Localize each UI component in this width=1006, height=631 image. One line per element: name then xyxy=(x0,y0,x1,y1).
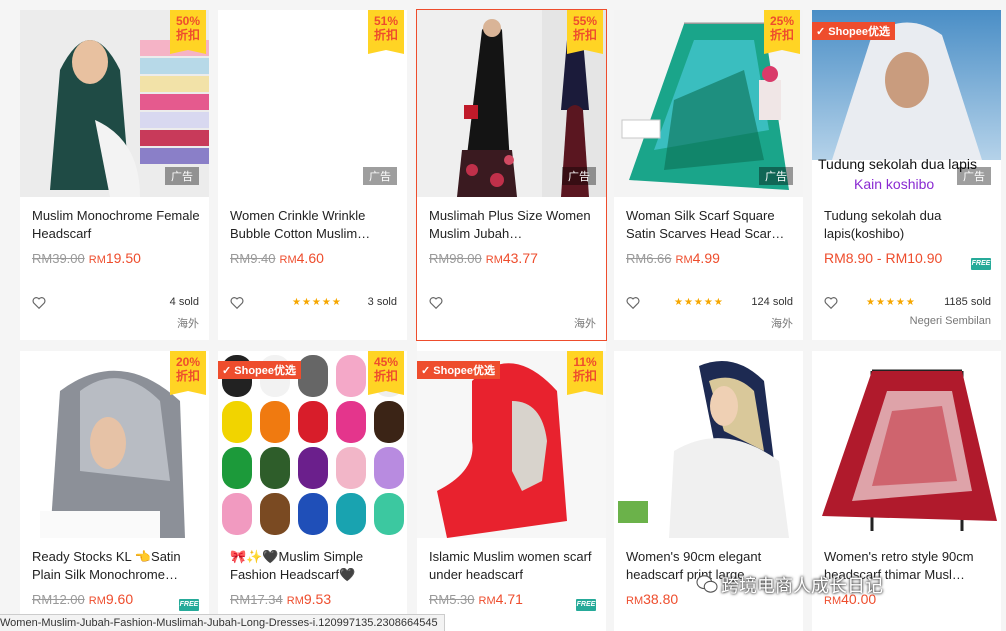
sold-count: 4 sold xyxy=(169,296,199,308)
ad-label: 广告 xyxy=(165,167,199,185)
rating-stars: ★★★★★ xyxy=(674,297,724,308)
product-name[interactable]: Tudung sekolah dua lapis(koshibo) xyxy=(824,207,992,243)
price-range: RM8.90 - RM10.90 xyxy=(824,250,943,266)
sold-count: 3 sold xyxy=(367,296,397,308)
discount-badge: 11% 折扣 xyxy=(567,351,603,395)
status-bar-url: Women-Muslim-Jubah-Fashion-Muslimah-Juba… xyxy=(0,614,445,631)
heart-icon[interactable] xyxy=(429,296,443,310)
product-image[interactable]: ✓ Shopee优选 11% 折扣 xyxy=(417,351,606,538)
heart-icon[interactable] xyxy=(626,296,640,310)
product-image[interactable]: 20% 折扣 xyxy=(20,351,209,538)
price-row: RM12.00 RM9.60 xyxy=(32,591,133,607)
free-shipping-icon: FREE xyxy=(576,599,596,611)
sale-price: RM9.60 xyxy=(88,591,134,607)
location: 海外 xyxy=(177,318,199,330)
watermark: 跨境电商人成长日记 xyxy=(721,576,883,596)
product-card[interactable]: 51% 折扣 广告 Women Crinkle Wrinkle Bubble Co… xyxy=(218,10,407,340)
preferred-badge: ✓ Shopee优选 xyxy=(417,361,501,379)
original-price: RM6.66 xyxy=(626,251,672,266)
ad-label: 广告 xyxy=(363,167,397,185)
product-photo-retro-scarf xyxy=(822,369,997,531)
original-price: RM9.40 xyxy=(230,251,276,266)
sale-price: RM19.50 xyxy=(88,250,141,266)
product-card[interactable]: 50% 折扣 广告 Muslim Monochrome Female Headsc… xyxy=(20,10,209,340)
location: 海外 xyxy=(771,318,793,330)
product-name[interactable]: Muslimah Plus Size Women Muslim Jubah… xyxy=(429,207,597,243)
product-name[interactable]: Woman Silk Scarf Square Satin Scarves He… xyxy=(626,207,794,243)
original-price: RM5.30 xyxy=(429,592,475,607)
sale-price: RM43.77 xyxy=(485,250,538,266)
product-image[interactable]: 51% 折扣 广告 xyxy=(218,10,407,197)
sold-count: 124 sold xyxy=(751,296,793,308)
price-row: RM17.34 RM9.53 xyxy=(230,591,331,607)
rating-stars: ★★★★★ xyxy=(292,297,342,308)
heart-icon[interactable] xyxy=(32,296,46,310)
sale-price: RM4.99 xyxy=(675,250,720,266)
ad-label: 广告 xyxy=(759,167,793,185)
product-card[interactable]: ✓ Shopee优选 11% 折扣 Islamic Muslim women sc… xyxy=(417,341,606,631)
product-image[interactable]: 55% 折扣 广告 xyxy=(417,10,606,197)
sale-price: RM9.53 xyxy=(286,591,332,607)
preferred-badge: ✓ Shopee优选 xyxy=(218,361,302,379)
preferred-badge: ✓ Shopee优选 xyxy=(812,22,896,40)
discount-badge: 45% 折扣 xyxy=(368,351,404,395)
product-card[interactable]: 20% 折扣 Ready Stocks KL 👈Satin Plain Silk … xyxy=(20,351,209,631)
price-row: RM39.00 RM19.50 xyxy=(32,250,141,266)
product-name[interactable]: Muslim Monochrome Female Headscarf xyxy=(32,207,200,243)
product-image[interactable]: Tudung sekolah dua lapis Kain koshibo ✓ … xyxy=(812,10,1001,197)
price-row: RM9.40 RM4.60 xyxy=(230,250,324,266)
price-row: RM6.66 RM4.99 xyxy=(626,250,720,266)
product-card[interactable]: Tudung sekolah dua lapis Kain koshibo ✓ … xyxy=(812,10,1001,340)
product-name[interactable]: Islamic Muslim women scarf under headsca… xyxy=(429,548,597,584)
price-row: RM38.80 xyxy=(626,591,678,607)
product-card[interactable]: 55% 折扣 广告 Muslimah Plus Size Women Muslim… xyxy=(416,9,607,341)
wechat-icon xyxy=(696,575,718,593)
heart-icon[interactable] xyxy=(230,296,244,310)
price-row: RM98.00 RM43.77 xyxy=(429,250,538,266)
discount-badge: 25% 折扣 xyxy=(764,10,800,54)
product-image[interactable]: 25% 折扣 广告 xyxy=(614,10,803,197)
sold-count: 1185 sold xyxy=(944,296,991,308)
sale-price: RM4.71 xyxy=(478,591,523,607)
original-price: RM12.00 xyxy=(32,592,85,607)
product-name[interactable]: 🎀✨🖤Muslim Simple Fashion Headscarf🖤 xyxy=(230,548,398,584)
sale-price: RM4.60 xyxy=(279,250,324,266)
discount-badge: 51% 折扣 xyxy=(368,10,404,54)
discount-badge: 55% 折扣 xyxy=(567,10,603,54)
heart-icon[interactable] xyxy=(824,296,838,310)
location: 海外 xyxy=(574,318,596,330)
product-photo-print-headscarf xyxy=(618,361,789,538)
image-caption: Tudung sekolah dua lapis xyxy=(818,156,978,172)
ad-label: 广告 xyxy=(957,167,991,185)
product-card[interactable]: 25% 折扣 广告 Woman Silk Scarf Square Satin S… xyxy=(614,10,803,340)
discount-badge: 50% 折扣 xyxy=(170,10,206,54)
ad-label: 广告 xyxy=(562,167,596,185)
image-caption: Kain koshibo xyxy=(854,176,935,192)
original-price: RM98.00 xyxy=(429,251,482,266)
sale-price: RM38.80 xyxy=(626,591,679,607)
product-name[interactable]: Ready Stocks KL 👈Satin Plain Silk Monoch… xyxy=(32,548,200,584)
original-price: RM39.00 xyxy=(32,251,85,266)
product-image[interactable] xyxy=(812,351,1001,538)
location: Negeri Sembilan xyxy=(909,315,991,327)
product-card[interactable]: ✓ Shopee优选 45% 折扣 🎀✨🖤Muslim Simple Fashio… xyxy=(218,351,407,631)
product-image[interactable]: 50% 折扣 广告 xyxy=(20,10,209,197)
product-name[interactable]: Women Crinkle Wrinkle Bubble Cotton Musl… xyxy=(230,207,398,243)
original-price: RM17.34 xyxy=(230,592,283,607)
free-shipping-icon: FREE xyxy=(971,258,991,270)
rating-stars: ★★★★★ xyxy=(866,297,916,308)
product-image[interactable]: ✓ Shopee优选 45% 折扣 xyxy=(218,351,407,538)
product-image[interactable] xyxy=(614,351,803,538)
discount-badge: 20% 折扣 xyxy=(170,351,206,395)
price-row: RM5.30 RM4.71 xyxy=(429,591,523,607)
free-shipping-icon: FREE xyxy=(179,599,199,611)
